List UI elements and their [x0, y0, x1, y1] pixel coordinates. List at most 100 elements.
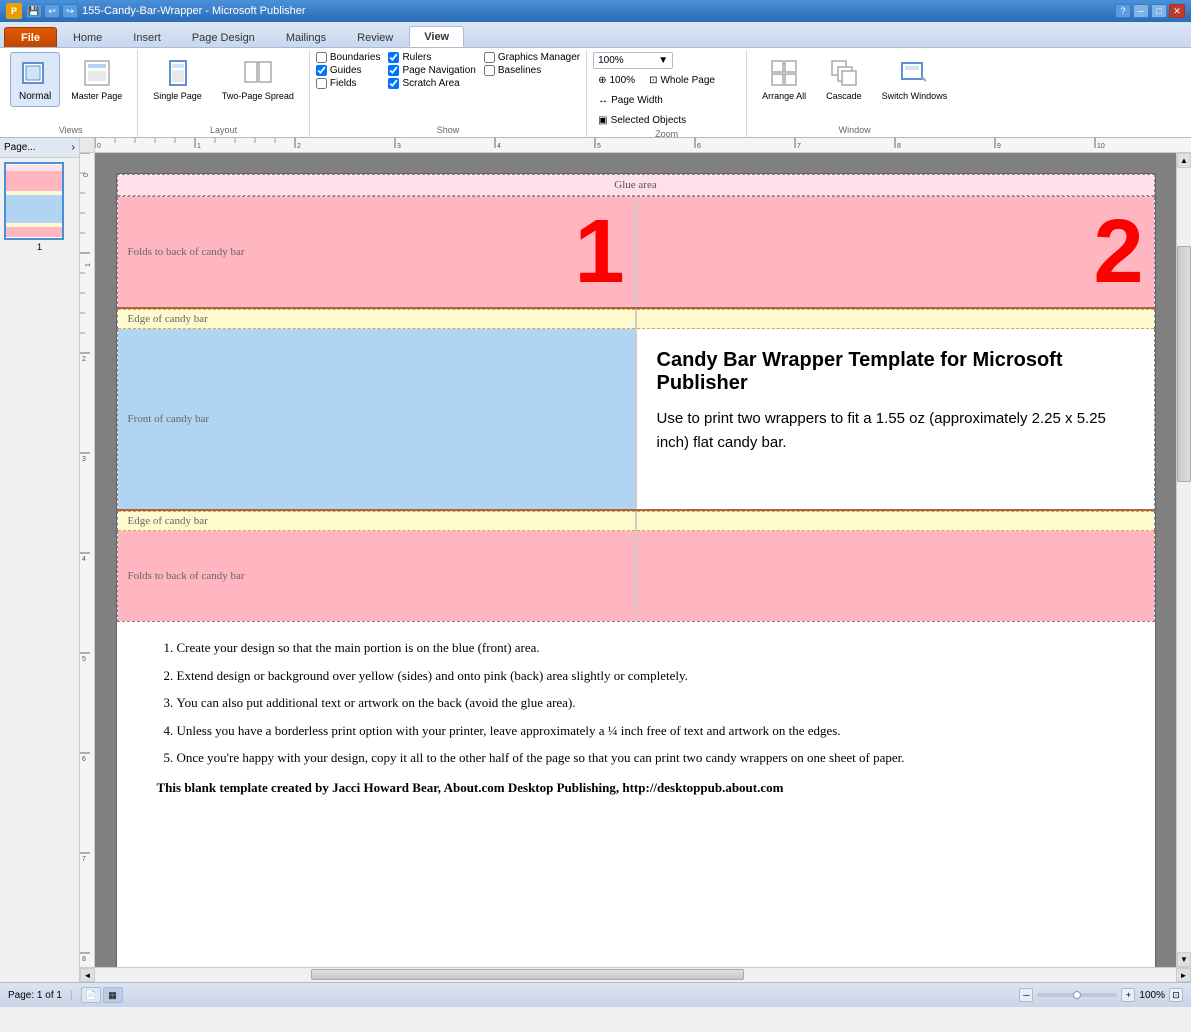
bottom-pink-section: Folds to back of candy bar — [117, 531, 1155, 622]
show-checkboxes: Boundaries Guides Fields Rulers — [316, 52, 580, 89]
zoom-slider[interactable] — [1037, 993, 1117, 997]
tab-review[interactable]: Review — [342, 27, 408, 47]
checkbox-fields[interactable] — [316, 78, 327, 89]
svg-text:6: 6 — [697, 143, 701, 150]
checkbox-baselines[interactable] — [484, 65, 495, 76]
checkbox-rulers[interactable] — [388, 52, 399, 63]
checkbox-boundaries[interactable] — [316, 52, 327, 63]
btn-selected-objects[interactable]: ▣ Selected Objects — [593, 112, 691, 129]
btn-cascade[interactable]: Cascade — [817, 52, 871, 106]
title-bar: P 💾 ↩ ↪ 155-Candy-Bar-Wrapper - Microsof… — [0, 0, 1191, 22]
svg-text:0: 0 — [97, 143, 101, 150]
arrange-all-label: Arrange All — [762, 91, 806, 101]
footer-note: This blank template created by Jacci How… — [157, 780, 1115, 796]
tab-view[interactable]: View — [409, 26, 464, 47]
undo-btn[interactable]: ↩ — [44, 4, 60, 18]
window-buttons: Arrange All Cascade — [753, 52, 956, 125]
zoom-slider-thumb[interactable] — [1073, 991, 1081, 999]
scroll-right-arrow[interactable]: ► — [1176, 968, 1191, 982]
thumbnail-item-1[interactable]: 1 — [0, 158, 79, 256]
ribbon-group-layout: Single Page Two-Page Spread Layout — [138, 50, 310, 137]
tab-insert[interactable]: Insert — [118, 27, 176, 47]
h-scroll-thumb[interactable] — [311, 969, 743, 980]
switch-windows-icon — [898, 57, 930, 89]
scroll-thumb[interactable] — [1177, 246, 1191, 481]
checkbox-graphics-manager[interactable] — [484, 52, 495, 63]
maximize-btn[interactable]: □ — [1151, 4, 1167, 18]
view-mode-buttons: 📄 ▦ — [81, 987, 123, 1003]
help-btn[interactable]: ? — [1115, 4, 1131, 18]
zoom-percent: 100% — [1139, 990, 1165, 1001]
master-page-icon — [81, 57, 113, 89]
ribbon-group-views: Normal Master Page Views — [4, 50, 138, 137]
candy-desc: Use to print two wrappers to fit a 1.55 … — [657, 407, 1134, 455]
svg-text:1: 1 — [197, 143, 201, 150]
horizontal-scrollbar[interactable]: ◄ ► — [80, 967, 1191, 982]
check-scratch-area[interactable]: Scratch Area — [388, 78, 475, 89]
checkbox-guides[interactable] — [316, 65, 327, 76]
tab-file[interactable]: File — [4, 27, 57, 47]
layout-group-label: Layout — [210, 125, 237, 137]
check-graphics-manager[interactable]: Graphics Manager — [484, 52, 580, 63]
horizontal-ruler: 0 1 2 3 4 5 6 7 — [95, 138, 1191, 153]
tab-mailings[interactable]: Mailings — [271, 27, 341, 47]
canvas-scroll[interactable]: Glue area Folds to back of candy bar 1 — [95, 153, 1176, 967]
scroll-track[interactable] — [1177, 168, 1191, 952]
check-guides[interactable]: Guides — [316, 65, 381, 76]
svg-text:1: 1 — [85, 263, 92, 267]
window-controls: ? ─ □ ✕ — [1115, 4, 1185, 18]
tab-home[interactable]: Home — [58, 27, 117, 47]
svg-text:6: 6 — [82, 756, 86, 763]
instruction-1: Create your design so that the main port… — [177, 638, 1115, 658]
instruction-5: Once you're happy with your design, copy… — [177, 748, 1115, 768]
view-btn-normal[interactable]: ▦ — [103, 987, 123, 1003]
redo-btn[interactable]: ↪ — [62, 4, 78, 18]
btn-normal[interactable]: Normal — [10, 52, 60, 107]
btn-whole-page[interactable]: ⊡ Whole Page — [644, 72, 720, 89]
check-rulers[interactable]: Rulers — [388, 52, 475, 63]
two-page-spread-icon — [242, 57, 274, 89]
check-page-navigation[interactable]: Page Navigation — [388, 65, 475, 76]
btn-switch-windows[interactable]: Switch Windows — [873, 52, 957, 106]
svg-text:5: 5 — [82, 656, 86, 663]
btn-two-page-spread[interactable]: Two-Page Spread — [213, 52, 303, 106]
scroll-left-arrow[interactable]: ◄ — [80, 968, 95, 982]
top-right-cell: 2 — [637, 197, 1154, 307]
btn-single-page[interactable]: Single Page — [144, 52, 211, 106]
zoom-100-icon: ⊕ — [598, 75, 606, 86]
btn-master-page[interactable]: Master Page — [62, 52, 131, 106]
minimize-btn[interactable]: ─ — [1133, 4, 1149, 18]
btn-page-width[interactable]: ↔ Page Width — [593, 92, 668, 109]
chevron-right-icon[interactable]: › — [72, 142, 75, 153]
instruction-2: Extend design or background over yellow … — [177, 666, 1115, 686]
scroll-up-arrow[interactable]: ▲ — [1177, 153, 1191, 168]
check-baselines[interactable]: Baselines — [484, 65, 580, 76]
instruction-4: Unless you have a borderless print optio… — [177, 721, 1115, 741]
checkbox-scratch-area[interactable] — [388, 78, 399, 89]
zoom-in-btn[interactable]: + — [1121, 988, 1135, 1002]
page-panel-label: Page... — [4, 142, 36, 153]
zoom-buttons: 100% ▼ ⊕ 100% ⊡ Whole Page ↔ Page Width — [593, 52, 740, 129]
two-page-spread-label: Two-Page Spread — [222, 91, 294, 101]
vertical-scrollbar[interactable]: ▲ ▼ — [1176, 153, 1191, 967]
zoom-dropdown[interactable]: 100% ▼ — [593, 52, 673, 69]
checkbox-page-navigation[interactable] — [388, 65, 399, 76]
fit-page-btn[interactable]: ⊡ — [1169, 988, 1183, 1002]
h-scroll-track[interactable] — [95, 968, 1176, 982]
show-col-2: Rulers Page Navigation Scratch Area — [388, 52, 475, 89]
bottom-left-cell: Folds to back of candy bar — [118, 531, 635, 621]
check-boundaries[interactable]: Boundaries — [316, 52, 381, 63]
btn-arrange-all[interactable]: Arrange All — [753, 52, 815, 106]
quick-access-toolbar: 💾 ↩ ↪ — [26, 4, 78, 18]
tab-page-design[interactable]: Page Design — [177, 27, 270, 47]
scroll-down-arrow[interactable]: ▼ — [1177, 952, 1191, 967]
folds-back-label-1: Folds to back of candy bar — [128, 246, 245, 258]
switch-windows-label: Switch Windows — [882, 91, 948, 101]
btn-zoom-100[interactable]: ⊕ 100% — [593, 72, 640, 89]
status-right: ─ + 100% ⊡ — [1019, 988, 1183, 1002]
close-btn[interactable]: ✕ — [1169, 4, 1185, 18]
save-btn[interactable]: 💾 — [26, 4, 42, 18]
check-fields[interactable]: Fields — [316, 78, 381, 89]
view-btn-page[interactable]: 📄 — [81, 987, 101, 1003]
zoom-out-btn[interactable]: ─ — [1019, 988, 1033, 1002]
